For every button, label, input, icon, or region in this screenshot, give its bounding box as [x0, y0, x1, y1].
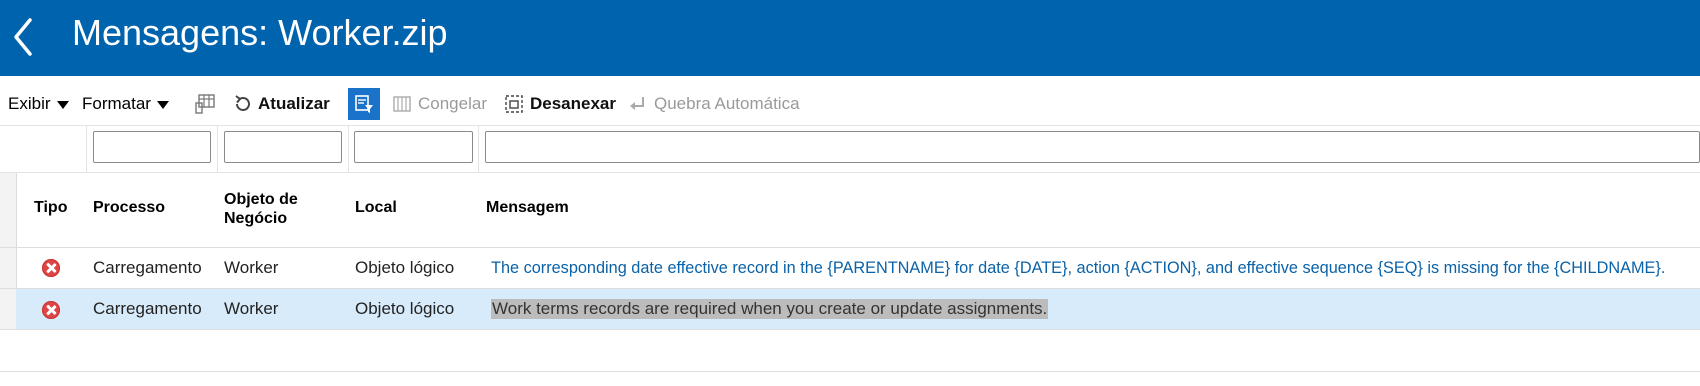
process-cell: Carregamento	[93, 258, 202, 277]
view-menu-label: Exibir	[8, 94, 51, 113]
process-cell: Carregamento	[93, 299, 202, 318]
view-menu[interactable]: Exibir	[8, 88, 69, 120]
detach-label: Desanexar	[530, 94, 617, 113]
table-row[interactable]: Carregamento Worker Objeto lógico The co…	[16, 248, 1700, 288]
chevron-down-icon	[156, 101, 169, 109]
chevron-down-icon	[56, 101, 69, 109]
row-divider	[0, 329, 1700, 330]
error-icon	[42, 301, 60, 319]
freeze-button[interactable]: Congelar	[392, 88, 487, 120]
filter-icon	[355, 95, 373, 113]
detach-icon	[505, 95, 523, 113]
location-cell: Objeto lógico	[355, 299, 455, 318]
format-menu-label: Formatar	[82, 94, 151, 113]
refresh-icon	[235, 95, 250, 111]
column-header-location[interactable]: Local	[355, 199, 397, 217]
message-text[interactable]: Work terms records are required when you…	[491, 299, 1049, 319]
column-header-message[interactable]: Mensagem	[486, 199, 569, 217]
location-cell: Objeto lógico	[355, 258, 455, 277]
filter-row	[0, 125, 1700, 173]
process-filter-input[interactable]	[93, 131, 211, 163]
page-title: Mensagens: Worker.zip	[72, 12, 448, 53]
detach-button[interactable]: Desanexar	[504, 88, 616, 120]
table-row[interactable]: Carregamento Worker Objeto lógico Work t…	[16, 289, 1700, 329]
business-object-cell: Worker	[224, 299, 279, 318]
error-icon	[42, 259, 60, 277]
toolbar: Exibir Formatar Atualizar Congelar Desan…	[0, 88, 1700, 122]
column-header-business-object[interactable]: Objeto de Negócio	[224, 190, 324, 228]
location-filter-input[interactable]	[354, 131, 473, 163]
wrap-icon	[630, 97, 644, 110]
column-divider	[86, 126, 87, 172]
business-object-cell: Worker	[224, 258, 279, 277]
table-bottom-border	[0, 371, 1700, 372]
column-divider	[217, 126, 218, 172]
message-filter-input[interactable]	[485, 131, 1700, 163]
refresh-button[interactable]: Atualizar	[232, 88, 330, 120]
columns-icon[interactable]	[194, 88, 216, 120]
page-header: Mensagens: Worker.zip	[0, 0, 1700, 76]
business-object-filter-input[interactable]	[224, 131, 342, 163]
freeze-icon	[393, 96, 411, 112]
column-divider	[478, 126, 479, 172]
back-icon[interactable]	[6, 14, 42, 60]
wrap-button[interactable]: Quebra Automática	[628, 88, 800, 120]
refresh-label: Atualizar	[258, 94, 330, 113]
message-link[interactable]: The corresponding date effective record …	[491, 259, 1665, 278]
freeze-label: Congelar	[418, 94, 487, 113]
column-header-process[interactable]: Processo	[93, 199, 165, 217]
column-divider	[348, 126, 349, 172]
wrap-label: Quebra Automática	[654, 94, 800, 113]
format-menu[interactable]: Formatar	[82, 88, 169, 120]
column-header-type[interactable]: Tipo	[34, 199, 67, 217]
query-by-example-button[interactable]	[348, 88, 380, 120]
